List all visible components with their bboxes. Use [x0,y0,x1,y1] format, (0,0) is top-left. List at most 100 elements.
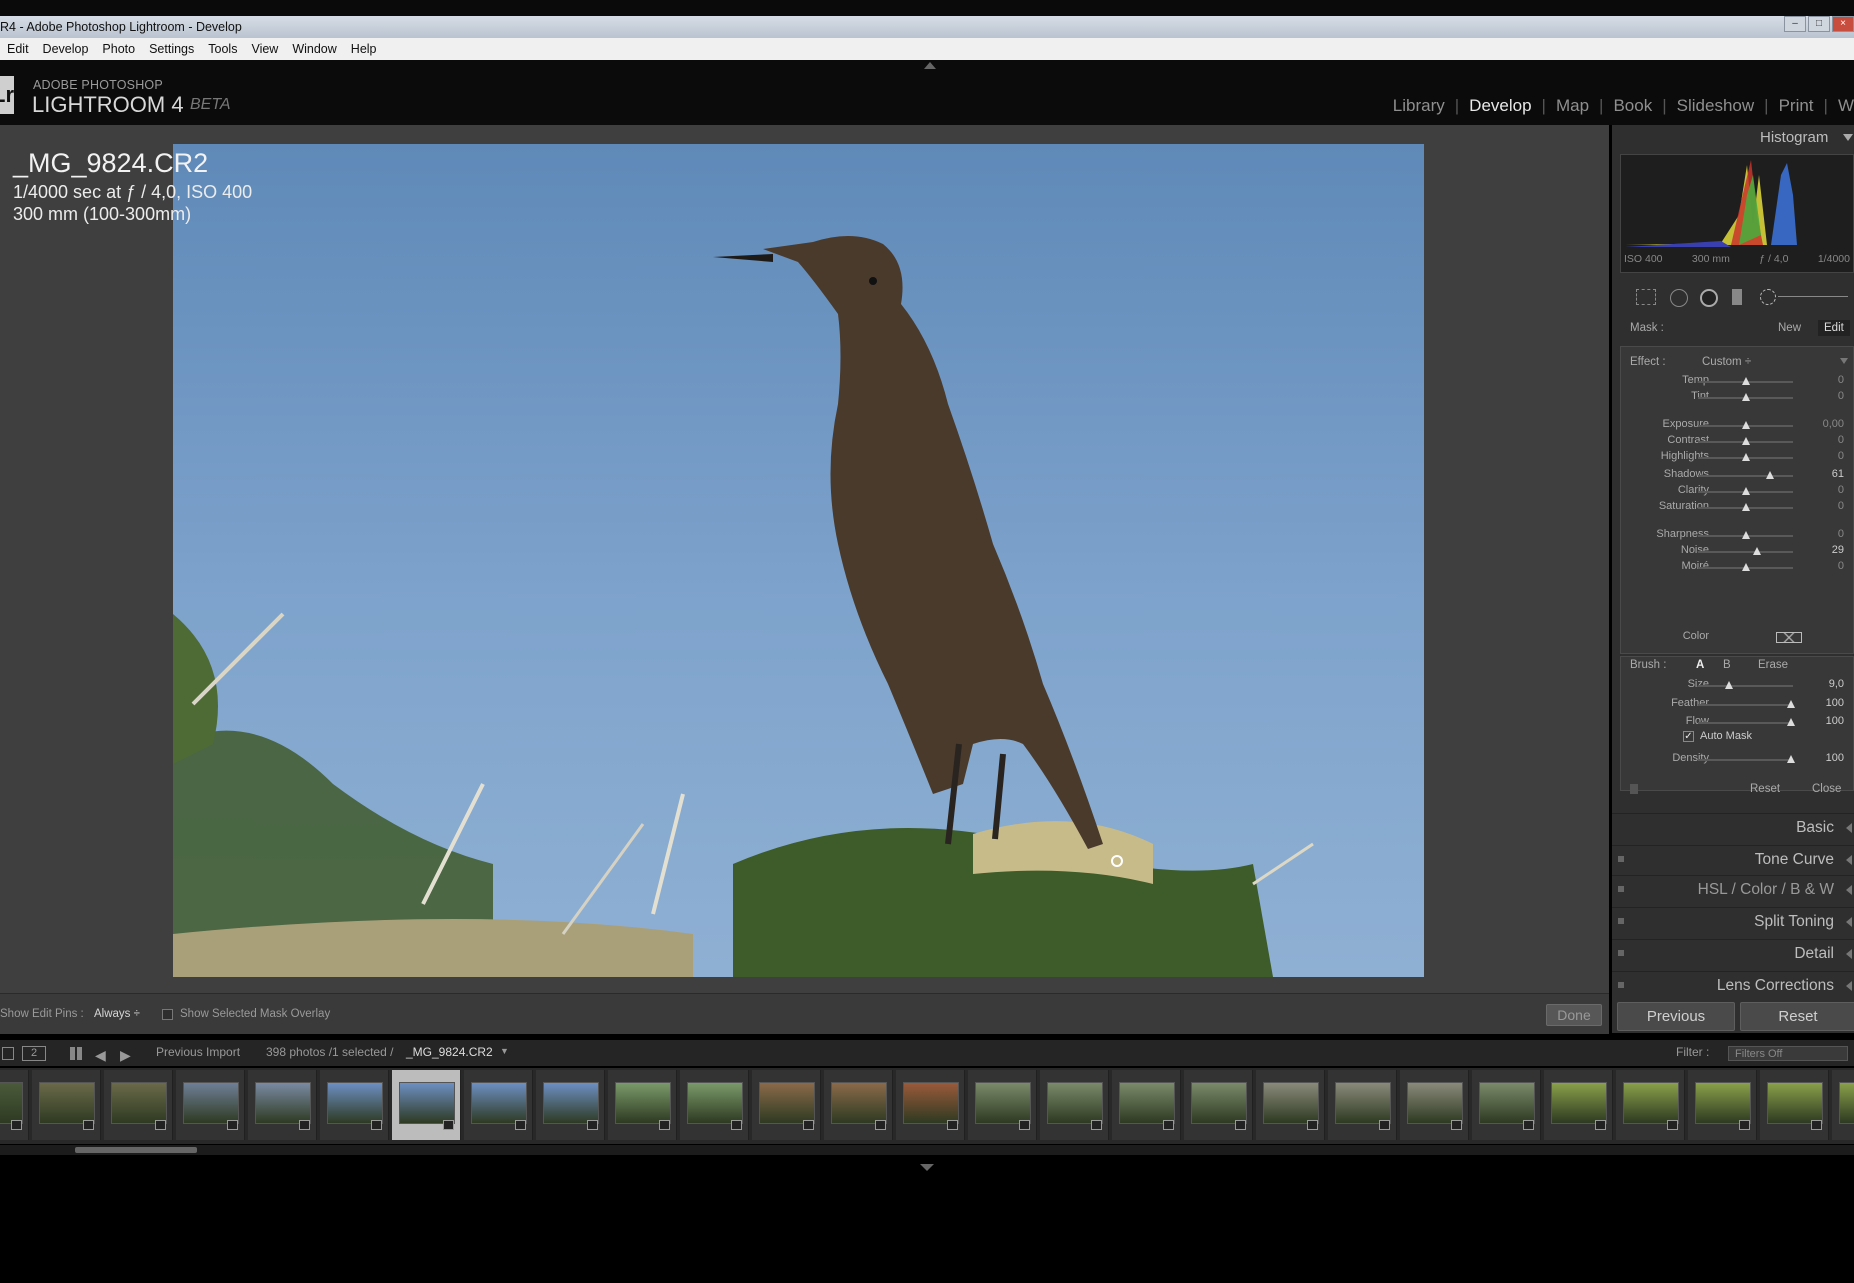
slider-track[interactable] [1698,681,1793,689]
filmstrip-scroll-thumb[interactable] [75,1147,197,1153]
slider-clarity[interactable]: Clarity 0 [1620,484,1852,500]
local-close-button[interactable]: Close [1812,783,1841,795]
menu-window[interactable]: Window [285,38,343,60]
section-tone-curve[interactable]: Tone Curve [1612,845,1854,873]
collapse-top-panel-icon[interactable] [924,62,936,69]
slider-contrast[interactable]: Contrast 0 [1620,434,1852,450]
slider-value[interactable]: 100 [1826,697,1844,709]
slider-track[interactable] [1698,437,1793,445]
slider-value[interactable]: 100 [1826,715,1844,727]
filmstrip-thumbnail[interactable] [392,1070,461,1140]
filmstrip-thumbnail[interactable] [1256,1070,1325,1140]
second-window-button[interactable]: 2 [22,1046,46,1061]
local-reset-button[interactable]: Reset [1750,783,1780,795]
module-print[interactable]: Print [1769,96,1824,116]
slider-thumb[interactable] [1741,531,1750,539]
slider-thumb[interactable] [1741,393,1750,401]
slider-sharpness[interactable]: Sharpness 0 [1620,528,1852,544]
section-split-toning[interactable]: Split Toning [1612,907,1854,935]
forward-arrow-icon[interactable]: ▶ [120,1047,131,1064]
red-eye-icon[interactable] [1700,289,1718,307]
slider-value[interactable]: 0 [1838,484,1844,496]
mask-overlay-checkbox[interactable] [162,1009,173,1020]
filmstrip-thumbnail[interactable] [968,1070,1037,1140]
filmstrip-thumbnail[interactable] [824,1070,893,1140]
module-library[interactable]: Library [1383,96,1455,116]
slider-flow[interactable]: Flow 100 [1620,715,1852,731]
slider-track[interactable] [1698,453,1793,461]
slider-value[interactable]: 0 [1838,450,1844,462]
spot-removal-icon[interactable] [1670,289,1688,307]
slider-value[interactable]: 0,00 [1823,418,1844,430]
filmstrip-thumbnail[interactable] [1184,1070,1253,1140]
slider-track[interactable] [1698,547,1793,555]
slider-value[interactable]: 0 [1838,528,1844,540]
slider-track[interactable] [1698,393,1793,401]
menu-edit[interactable]: Edit [0,38,36,60]
slider-value[interactable]: 29 [1832,544,1844,556]
filmstrip-thumbnail[interactable] [608,1070,677,1140]
slider-thumb[interactable] [1741,503,1750,511]
slider-track[interactable] [1698,531,1793,539]
filter-select[interactable]: Filters Off [1728,1046,1848,1061]
slider-thumb[interactable] [1741,563,1750,571]
filmstrip-thumbnail[interactable] [104,1070,173,1140]
filmstrip-thumbnail[interactable] [1112,1070,1181,1140]
color-swatch[interactable] [1776,632,1802,643]
filmstrip-thumbnail[interactable] [752,1070,821,1140]
slider-value[interactable]: 0 [1838,434,1844,446]
slider-thumb[interactable] [1741,421,1750,429]
slider-value[interactable]: 100 [1826,752,1844,764]
back-arrow-icon[interactable]: ◀ [95,1047,106,1064]
graduated-filter-icon[interactable] [1732,289,1742,305]
effect-select[interactable]: Custom ÷ [1702,356,1751,368]
filmstrip-thumbnail[interactable] [248,1070,317,1140]
slider-saturation[interactable]: Saturation 0 [1620,500,1852,516]
slider-track[interactable] [1698,563,1793,571]
crop-tool-icon[interactable] [1636,289,1656,305]
slider-thumb[interactable] [1725,681,1734,689]
slider-track[interactable] [1698,503,1793,511]
slider-shadows[interactable]: Shadows 61 [1620,468,1852,484]
filmstrip-thumbnail[interactable] [680,1070,749,1140]
section-detail[interactable]: Detail [1612,939,1854,967]
slider-thumb[interactable] [1741,437,1750,445]
slider-thumb[interactable] [1752,547,1761,555]
slider-track[interactable] [1698,487,1793,495]
module-map[interactable]: Map [1546,96,1599,116]
photo-canvas[interactable] [173,144,1424,977]
module-book[interactable]: Book [1603,96,1662,116]
minimize-button[interactable]: – [1784,16,1806,32]
filmstrip-selected-file[interactable]: _MG_9824.CR2 [406,1045,493,1059]
slider-value[interactable]: 0 [1838,374,1844,386]
menu-help[interactable]: Help [344,38,384,60]
slider-track[interactable] [1698,755,1796,763]
slider-noise[interactable]: Noise 29 [1620,544,1852,560]
filmstrip-scrollbar[interactable] [0,1145,1854,1155]
filmstrip-thumbnail[interactable] [320,1070,389,1140]
panel-onoff-switch-icon[interactable] [1630,784,1638,794]
menu-photo[interactable]: Photo [95,38,142,60]
brush-erase-button[interactable]: Erase [1758,659,1788,671]
slider-tint[interactable]: Tint 0 [1620,390,1852,406]
filmstrip-thumbnail[interactable] [1328,1070,1397,1140]
brush-a-button[interactable]: A [1696,659,1704,671]
slider-thumb[interactable] [1787,755,1796,763]
effect-collapse-icon[interactable] [1840,358,1848,364]
brush-b-button[interactable]: B [1723,659,1731,671]
filmstrip-thumbnail[interactable] [464,1070,533,1140]
adjustment-brush-icon[interactable] [1760,289,1776,305]
histogram-collapse-icon[interactable] [1843,134,1853,141]
filmstrip-thumbnail[interactable] [1760,1070,1829,1140]
filmstrip-thumbnail[interactable] [0,1070,29,1140]
slider-feather[interactable]: Feather 100 [1620,697,1852,713]
filmstrip-thumbnail[interactable] [32,1070,101,1140]
slider-value[interactable]: 0 [1838,560,1844,572]
slider-moir[interactable]: Moiré 0 [1620,560,1852,576]
mask-new-button[interactable]: New [1778,322,1801,334]
slider-track[interactable] [1698,471,1793,479]
histogram-title[interactable]: Histogram [1760,129,1828,146]
reset-button[interactable]: Reset [1740,1002,1854,1031]
slider-track[interactable] [1698,700,1796,708]
slider-thumb[interactable] [1741,487,1750,495]
